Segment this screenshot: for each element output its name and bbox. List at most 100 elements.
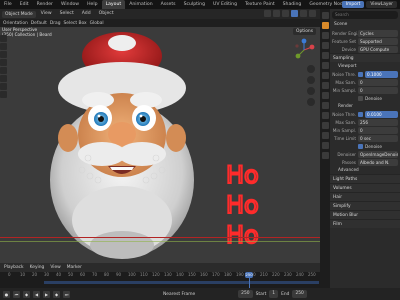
viewport-denoise-checkbox[interactable] <box>358 95 363 101</box>
render-max-samples-field[interactable]: 256 <box>358 118 398 126</box>
menu-window[interactable]: Window <box>57 0 83 9</box>
options-button[interactable]: Options <box>293 28 316 35</box>
overlay-icon[interactable] <box>264 10 271 17</box>
material-preview-icon[interactable] <box>300 10 307 17</box>
particles-tab-icon[interactable] <box>321 102 329 109</box>
render-subsection[interactable]: Render <box>330 102 400 110</box>
xray-icon[interactable] <box>273 10 280 17</box>
render-denoise-checkbox[interactable] <box>358 143 363 149</box>
light-paths-section[interactable]: Light Paths <box>330 174 400 183</box>
denoiser-dropdown[interactable]: OpenImageDenoise <box>358 150 398 158</box>
ho-ho-ho-text-object[interactable]: Ho Ho Ho <box>224 157 284 247</box>
orientation-default[interactable]: Default <box>31 21 47 26</box>
max-samples-field[interactable]: 0 <box>358 78 398 86</box>
annotate-tool-icon[interactable] <box>0 83 7 90</box>
advanced-subsection[interactable]: Advanced <box>330 166 400 174</box>
grid-perspective-icon[interactable] <box>307 98 315 106</box>
world-tab-icon[interactable] <box>321 62 329 69</box>
transform-tool-icon[interactable] <box>0 75 7 82</box>
end-frame-field[interactable]: 250 <box>292 290 307 298</box>
rotate-tool-icon[interactable] <box>0 59 7 66</box>
render-engine-dropdown[interactable]: Cycles <box>358 29 398 37</box>
menu-view[interactable]: View <box>38 10 55 18</box>
keying-set-label[interactable]: Nearest Frame <box>163 292 195 297</box>
output-tab-icon[interactable] <box>321 32 329 39</box>
view-layer-tab-icon[interactable] <box>321 42 329 49</box>
cursor-tool-icon[interactable] <box>0 43 7 50</box>
volumes-section[interactable]: Volumes <box>330 183 400 192</box>
motion-blur-section[interactable]: Motion Blur <box>330 210 400 219</box>
menu-select[interactable]: Select <box>57 10 77 18</box>
3d-viewport[interactable]: User Perspective (250) Collection | Bear… <box>0 27 320 263</box>
sampling-section[interactable]: Sampling <box>330 53 400 62</box>
timeline-menu-marker[interactable]: Marker <box>65 265 84 270</box>
workspace-tab-uv-editing[interactable]: UV Editing <box>209 0 241 9</box>
noise-threshold-checkbox[interactable] <box>358 71 363 77</box>
passes-dropdown[interactable]: Albedo and N. <box>358 158 398 166</box>
feature-set-dropdown[interactable]: Supported <box>358 37 398 45</box>
film-section[interactable]: Film <box>330 219 400 228</box>
modifier-tab-icon[interactable] <box>321 92 329 99</box>
data-tab-icon[interactable] <box>321 132 329 139</box>
workspace-tab-shading[interactable]: Shading <box>279 0 306 9</box>
drag-label[interactable]: Drag <box>50 21 61 26</box>
select-tool-icon[interactable] <box>0 35 7 42</box>
workspace-tab-layout[interactable]: Layout <box>101 0 126 9</box>
workspace-tab-texture-paint[interactable]: Texture Paint <box>241 0 279 9</box>
camera-view-icon[interactable] <box>307 87 315 95</box>
play-icon[interactable]: ▶ <box>43 290 50 298</box>
orientation-label[interactable]: Orientation <box>3 21 28 26</box>
timeline-ruler[interactable]: 0 10 20 30 40 50 60 70 80 90 100 110 120 130 140 150 160… <box>0 272 320 288</box>
render-noise-threshold-checkbox[interactable] <box>358 111 363 117</box>
menu-help[interactable]: Help <box>83 0 101 9</box>
prev-keyframe-icon[interactable]: ◆ <box>23 290 30 298</box>
wireframe-shading-icon[interactable] <box>282 10 289 17</box>
solid-shading-icon[interactable] <box>291 10 298 17</box>
select-box-dropdown[interactable]: Select Box <box>64 21 87 26</box>
min-samples-field[interactable]: 0 <box>358 86 398 94</box>
constraints-tab-icon[interactable] <box>321 122 329 129</box>
menu-render[interactable]: Render <box>33 0 57 9</box>
menu-add[interactable]: Add <box>79 10 94 18</box>
next-keyframe-icon[interactable]: ◆ <box>53 290 60 298</box>
hair-section[interactable]: Hair <box>330 192 400 201</box>
material-tab-icon[interactable] <box>321 142 329 149</box>
play-reverse-icon[interactable]: ◀ <box>33 290 40 298</box>
collection-tab-icon[interactable] <box>321 72 329 79</box>
mode-dropdown[interactable]: Object Mode <box>2 10 36 18</box>
move-tool-icon[interactable] <box>0 51 7 58</box>
texture-tab-icon[interactable] <box>321 152 329 159</box>
measure-tool-icon[interactable] <box>0 91 7 98</box>
menu-file[interactable]: File <box>0 0 16 9</box>
playhead[interactable] <box>249 278 250 288</box>
menu-object[interactable]: Object <box>96 10 117 18</box>
start-frame-field[interactable]: 1 <box>269 290 279 298</box>
jump-start-icon[interactable]: ⏮ <box>13 290 20 298</box>
record-icon[interactable]: ● <box>3 290 10 298</box>
time-limit-field[interactable]: 0 sec <box>358 134 398 142</box>
timeline-menu-playback[interactable]: Playback <box>2 265 26 270</box>
viewport-subsection[interactable]: Viewport <box>330 62 400 70</box>
rendered-shading-icon[interactable] <box>309 10 316 17</box>
santa-model[interactable] <box>38 30 208 260</box>
view-layer-field[interactable]: ViewLayer <box>366 1 397 8</box>
import-button[interactable]: Import <box>341 1 365 8</box>
zoom-icon[interactable] <box>307 65 315 73</box>
workspace-tab-animation[interactable]: Animation <box>125 0 156 9</box>
timeline-menu-keying[interactable]: Keying <box>28 265 47 270</box>
render-noise-threshold-field[interactable]: 0.0100 <box>365 110 398 118</box>
workspace-tab-assets[interactable]: Assets <box>157 0 180 9</box>
global-orientation[interactable]: Global <box>90 21 104 26</box>
simplify-section[interactable]: Simplify <box>330 201 400 210</box>
properties-search[interactable]: Search <box>332 11 398 19</box>
scale-tool-icon[interactable] <box>0 67 7 74</box>
timeline-menu-view[interactable]: View <box>48 265 62 270</box>
navigation-gizmo[interactable] <box>292 38 316 62</box>
current-frame-field[interactable]: 250 <box>238 290 253 298</box>
scene-tab-icon[interactable] <box>321 52 329 59</box>
render-min-samples-field[interactable]: 0 <box>358 126 398 134</box>
render-tab-icon[interactable] <box>321 22 329 29</box>
workspace-tab-sculpting[interactable]: Sculpting <box>180 0 209 9</box>
tool-tab-icon[interactable] <box>321 12 329 19</box>
device-dropdown[interactable]: GPU Compute <box>358 45 398 53</box>
